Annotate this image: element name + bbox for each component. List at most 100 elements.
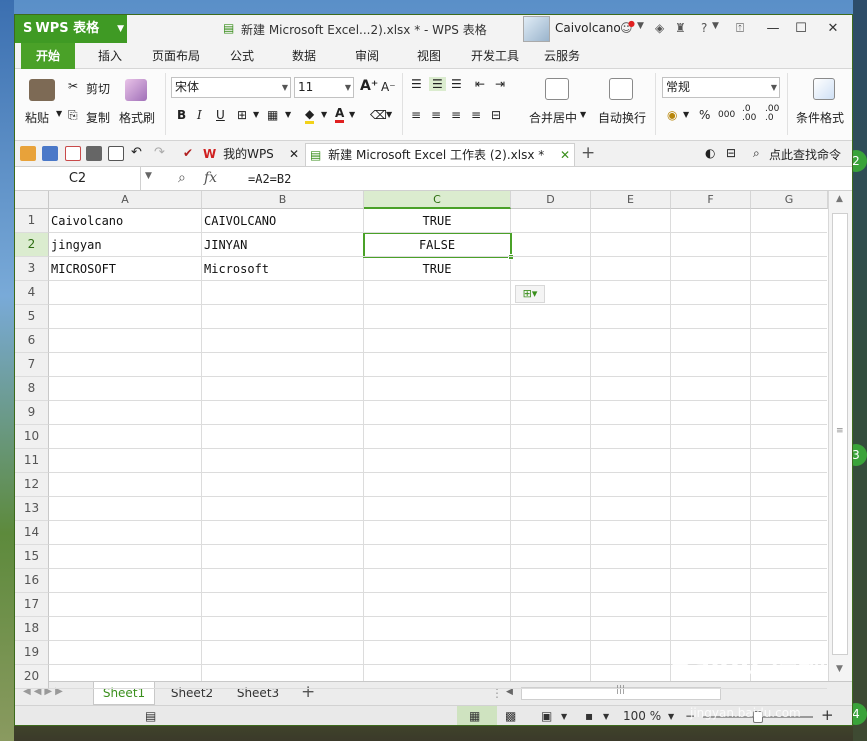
row-header-14[interactable]: 14 <box>15 521 49 545</box>
chevron-down-icon[interactable]: ▼ <box>56 109 62 118</box>
column-header-g[interactable]: G <box>751 191 828 209</box>
row-header-19[interactable]: 19 <box>15 641 49 665</box>
align-center-icon[interactable]: ≡ <box>431 108 441 122</box>
close-button[interactable]: ✕ <box>819 15 847 43</box>
row-header-7[interactable]: 7 <box>15 353 49 377</box>
name-box[interactable]: C2 <box>15 167 141 190</box>
chevron-down-icon[interactable]: ▼ <box>603 712 609 721</box>
menu-formulas[interactable]: 公式 <box>219 43 265 69</box>
row-header-8[interactable]: 8 <box>15 377 49 401</box>
row-header-2[interactable]: 2 <box>15 233 49 257</box>
sheet-tab-3[interactable]: Sheet3 <box>227 682 289 705</box>
font-color-icon[interactable]: A <box>335 106 345 123</box>
row-header-10[interactable]: 10 <box>15 425 49 449</box>
row-header-12[interactable]: 12 <box>15 473 49 497</box>
cut-button[interactable]: 剪切 <box>86 80 110 97</box>
skin-icon[interactable]: ◈ <box>655 21 664 35</box>
row-header-3[interactable]: 3 <box>15 257 49 281</box>
maximize-button[interactable]: ☐ <box>787 15 815 43</box>
tab-document[interactable]: ▤ 新建 Microsoft Excel 工作表 (2).xlsx * ✕ <box>305 143 575 166</box>
chevron-down-icon[interactable]: ▼ <box>145 171 152 181</box>
cell-b1[interactable]: CAIVOLCANO <box>202 210 363 234</box>
chevron-down-icon[interactable]: ▼ <box>683 110 689 119</box>
column-header-d[interactable]: D <box>511 191 591 209</box>
row-header-13[interactable]: 13 <box>15 497 49 521</box>
column-header-f[interactable]: F <box>671 191 751 209</box>
cell-b3[interactable]: Microsoft <box>202 258 363 282</box>
app-menu-button[interactable]: S WPS 表格 ▼ <box>15 15 127 43</box>
format-painter-icon[interactable] <box>125 79 147 101</box>
row-header-11[interactable]: 11 <box>15 449 49 473</box>
row-header-4[interactable]: 4 <box>15 281 49 305</box>
format-painter-button[interactable]: 格式刷 <box>119 109 155 126</box>
scroll-up-icon[interactable]: ▲ <box>836 194 843 204</box>
row-header-15[interactable]: 15 <box>15 545 49 569</box>
paste-button[interactable]: 粘贴 <box>25 109 49 126</box>
row-header-1[interactable]: 1 <box>15 209 49 233</box>
currency-icon[interactable]: ◉ <box>667 108 677 122</box>
merge-center-button[interactable]: 合并居中 <box>529 109 577 126</box>
bold-icon[interactable]: B <box>177 108 186 122</box>
align-middle-icon[interactable]: ☰ <box>429 77 446 91</box>
font-size-select[interactable]: 11 ▼ <box>294 77 354 98</box>
cell-c1[interactable]: TRUE <box>364 210 510 234</box>
page-break-view-icon[interactable]: ▩ <box>505 709 516 723</box>
export-pdf-icon[interactable] <box>65 146 81 161</box>
paste-icon[interactable] <box>29 79 55 101</box>
comma-style-button[interactable]: 000 <box>718 110 735 120</box>
zoom-level[interactable]: 100 % <box>623 709 661 723</box>
scroll-down-icon[interactable]: ▼ <box>836 664 843 674</box>
chevron-down-icon[interactable]: ▼ <box>321 110 327 119</box>
merge-center-icon[interactable] <box>545 78 569 100</box>
open-folder-icon[interactable] <box>20 146 36 161</box>
new-tab-icon[interactable]: + <box>581 143 595 163</box>
menu-cloud[interactable]: 云服务 <box>533 43 591 69</box>
fill-color-icon[interactable]: ◆ <box>305 107 315 124</box>
zoom-search-icon[interactable]: ⌕ <box>178 170 186 186</box>
reading-layout-icon[interactable]: ▣ <box>541 709 552 723</box>
chevron-down-icon[interactable]: ▼ <box>637 21 644 31</box>
cell-c3[interactable]: TRUE <box>364 258 510 282</box>
chevron-down-icon[interactable]: ▼ <box>386 110 392 119</box>
chevron-down-icon[interactable]: ▼ <box>712 21 719 31</box>
wrap-text-icon[interactable] <box>609 78 633 100</box>
cell-a3[interactable]: MICROSOFT <box>49 258 201 282</box>
align-bottom-icon[interactable]: ☰ <box>451 77 462 91</box>
menu-insert[interactable]: 插入 <box>85 43 135 69</box>
align-right-icon[interactable]: ≡ <box>451 108 461 122</box>
increase-decimal-icon[interactable]: .0.00 <box>742 105 756 123</box>
column-header-e[interactable]: E <box>591 191 671 209</box>
cell-style-icon[interactable]: ▦ <box>267 108 278 122</box>
save-icon[interactable] <box>42 146 58 161</box>
zoom-in-icon[interactable]: + <box>821 706 834 724</box>
chevron-down-icon[interactable]: ▼ <box>580 110 586 119</box>
cell-a2[interactable]: jingyan <box>49 234 201 258</box>
column-header-c[interactable]: C <box>364 191 511 209</box>
menu-review[interactable]: 审阅 <box>343 43 391 69</box>
copy-button[interactable]: 复制 <box>86 109 110 126</box>
eye-protection-icon[interactable]: ▪ <box>585 709 593 723</box>
indent-decrease-icon[interactable]: ⇤ <box>475 77 485 91</box>
minimize-button[interactable]: — <box>759 15 787 43</box>
row-header-17[interactable]: 17 <box>15 593 49 617</box>
cell-b2[interactable]: JINYAN <box>202 234 363 258</box>
redo-icon[interactable]: ↷ <box>154 145 165 160</box>
row-header-18[interactable]: 18 <box>15 617 49 641</box>
menu-view[interactable]: 视图 <box>407 43 451 69</box>
help-icon[interactable]: ? <box>701 21 707 35</box>
wrap-text-button[interactable]: 自动换行 <box>598 109 646 126</box>
select-all-corner[interactable] <box>15 191 49 209</box>
command-search[interactable]: 点此查找命令 <box>769 146 841 163</box>
add-sheet-icon[interactable]: + <box>301 682 315 702</box>
print-preview-icon[interactable] <box>108 146 124 161</box>
minimize-ribbon-icon[interactable]: ⊟ <box>726 146 736 160</box>
chevron-down-icon[interactable]: ▼ <box>349 110 355 119</box>
row-header-6[interactable]: 6 <box>15 329 49 353</box>
print-icon[interactable] <box>86 146 102 161</box>
menu-developer[interactable]: 开发工具 <box>463 43 527 69</box>
font-name-select[interactable]: 宋体 ▼ <box>171 77 291 98</box>
column-header-a[interactable]: A <box>49 191 202 209</box>
formula-input[interactable]: =A2=B2 <box>248 172 291 186</box>
cell-a1[interactable]: Caivolcano <box>49 210 201 234</box>
history-icon[interactable]: ◐ <box>705 146 715 160</box>
